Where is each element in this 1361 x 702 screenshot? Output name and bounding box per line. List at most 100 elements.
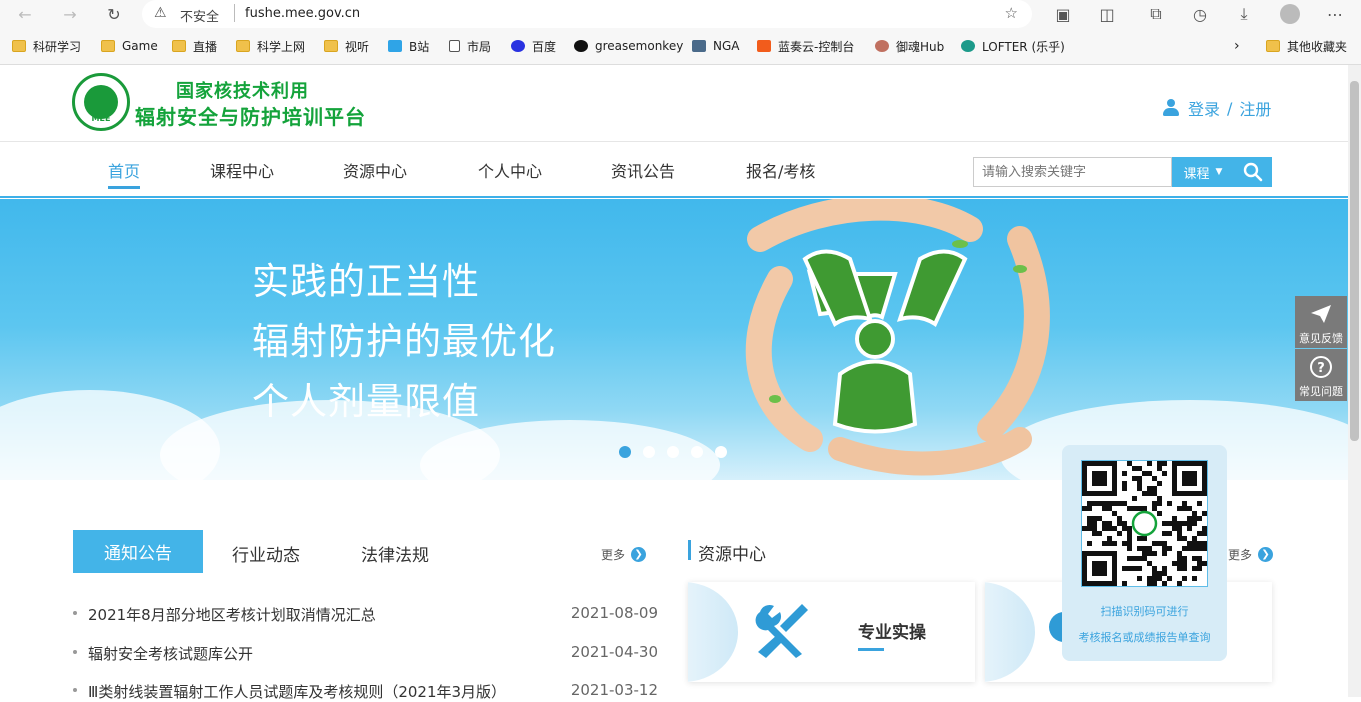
security-label[interactable]: 不安全 [180,6,219,25]
tab-industry-news[interactable]: 行业动态 [232,541,300,566]
bookmark-label: 其他收藏夹 [1287,39,1348,54]
add-favorite-icon[interactable]: ☆ [1005,4,1018,22]
nav-active-indicator [108,186,140,189]
carousel-dot[interactable] [667,446,679,458]
reload-icon[interactable]: ↻ [101,2,127,26]
more-label: 更多 [601,548,626,562]
hero-banner[interactable]: 实践的正当性 辐射防护的最优化 个人剂量限值 [0,199,1361,480]
section-marker [688,540,691,560]
extension-icon[interactable]: ▣ [1050,2,1076,26]
folder-icon [101,40,115,52]
nav-courses[interactable]: 课程中心 [210,158,274,182]
banner-slogan-1: 实践的正当性 [252,260,480,303]
bookmark-label: LOFTER (乐乎) [982,39,1065,54]
tab-laws[interactable]: 法律法规 [361,541,429,566]
bookmark-link[interactable]: 御魂Hub [875,34,944,58]
faq-button[interactable]: ? 常见问题 [1295,349,1347,401]
tab-notice[interactable]: 通知公告 [73,530,203,573]
puzzle-icon[interactable]: ◫ [1094,2,1120,26]
carousel-dot[interactable] [715,446,727,458]
bilibili-icon [388,40,402,52]
carousel-dot[interactable] [643,446,655,458]
bookmark-link[interactable]: 市局 [449,34,491,58]
browser-chrome: ← → ↻ ⚠ 不安全 fushe.mee.gov.cn ☆ ▣ ◫ ⧉ ◷ ⤓… [0,0,1361,65]
login-link[interactable]: 登录 [1188,96,1220,120]
news-title[interactable]: 2021年8月部分地区考核计划取消情况汇总 [88,604,376,625]
mee-logo-icon[interactable]: MEE [72,73,130,131]
register-link[interactable]: 注册 [1239,96,1271,120]
chevron-right-icon: ❯ [1258,547,1274,562]
news-date: 2021-04-30 [570,643,658,661]
nav-news[interactable]: 资讯公告 [611,158,675,182]
search-icon [1243,162,1263,182]
logo-emblem-text: MEE [91,114,111,123]
news-title[interactable]: Ⅲ类射线装置辐射工作人员试题库及考核规则（2021年3月版） [88,681,506,702]
bookmark-overflow-icon[interactable]: › [1234,34,1240,58]
browser-toolbar: ← → ↻ ⚠ 不安全 fushe.mee.gov.cn ☆ ▣ ◫ ⧉ ◷ ⤓… [0,0,1361,30]
profile-icon[interactable] [1277,2,1303,26]
forward-icon[interactable]: → [57,2,83,26]
site-header: MEE 国家核技术利用 辐射安全与防护培训平台 登录 / 注册 [0,65,1361,142]
url-text[interactable]: fushe.mee.gov.cn [245,6,360,21]
bookmark-folder-other[interactable]: 其他收藏夹 [1266,34,1347,58]
qr-caption-2: 考核报名或成绩报告单查询 [1078,631,1211,644]
nav-personal[interactable]: 个人中心 [478,158,542,182]
address-separator [234,4,235,22]
bookmark-label: 御魂Hub [896,39,945,54]
folder-icon [172,40,186,52]
bookmark-folder[interactable]: 直播 [172,34,217,58]
address-bar[interactable]: ⚠ 不安全 fushe.mee.gov.cn ☆ [142,0,1032,28]
chevron-right-icon: ❯ [631,547,647,562]
bookmark-link[interactable]: LOFTER (乐乎) [961,34,1065,58]
history-icon[interactable]: ◷ [1187,2,1213,26]
folder-icon [1266,40,1280,52]
collections-icon[interactable]: ⧉ [1143,2,1169,26]
resources-more-link[interactable]: 更多 ❯ [1228,546,1274,563]
bookmark-label: 科研学习 [33,39,82,54]
wrench-screwdriver-icon [755,604,808,658]
greasemonkey-icon [574,40,588,52]
nav-home[interactable]: 首页 [108,158,140,182]
faq-label: 常见问题 [1299,385,1343,398]
feedback-button[interactable]: 意见反馈 [1295,296,1347,348]
resource-card-label: 专业实操 [858,623,926,643]
feedback-label: 意见反馈 [1299,332,1343,345]
search-button[interactable] [1234,157,1272,187]
card-decoration [985,582,1035,682]
carousel-dot[interactable] [619,446,631,458]
bookmark-folder[interactable]: 科研学习 [12,34,81,58]
search-input[interactable] [973,157,1172,187]
bullet-icon [73,650,77,654]
scrollbar-thumb[interactable] [1350,81,1359,441]
bookmark-link[interactable]: B站 [388,34,429,58]
bookmark-folder[interactable]: Game [101,34,158,58]
notice-more-link[interactable]: 更多 ❯ [601,546,647,563]
bookmark-link[interactable]: 蓝奏云-控制台 [757,34,854,58]
bookmark-link[interactable]: 百度 [511,34,556,58]
nav-resources[interactable]: 资源中心 [343,158,407,182]
download-icon[interactable]: ⤓ [1231,2,1257,26]
qr-caption-1: 扫描识别码可进行 [1100,605,1189,618]
news-title[interactable]: 辐射安全考核试题库公开 [88,643,253,664]
nav-registration[interactable]: 报名/考核 [746,158,815,182]
baidu-icon [511,40,525,52]
radiation-hands-illustration [745,199,1050,476]
carousel-dot[interactable] [691,446,703,458]
menu-icon[interactable]: ⋯ [1322,2,1348,26]
scrollbar[interactable] [1348,65,1361,697]
lofter-icon [961,40,975,52]
warning-icon[interactable]: ⚠ [154,5,167,21]
bookmark-label: 市局 [467,39,492,54]
search-scope-select[interactable]: 课程 ▼ [1172,157,1234,187]
bookmark-link[interactable]: NGA [692,34,739,58]
bookmark-link[interactable]: greasemonkey [574,34,683,58]
bookmark-label: greasemonkey [595,39,684,53]
bookmark-label: Game [122,39,158,53]
resource-card-practice[interactable]: 专业实操 [688,582,975,682]
bookmark-label: 百度 [532,39,557,54]
back-icon[interactable]: ← [12,2,38,26]
bookmark-folder[interactable]: 视听 [324,34,369,58]
folder-icon [236,40,250,52]
bookmark-folder[interactable]: 科学上网 [236,34,305,58]
page-icon [449,40,460,52]
